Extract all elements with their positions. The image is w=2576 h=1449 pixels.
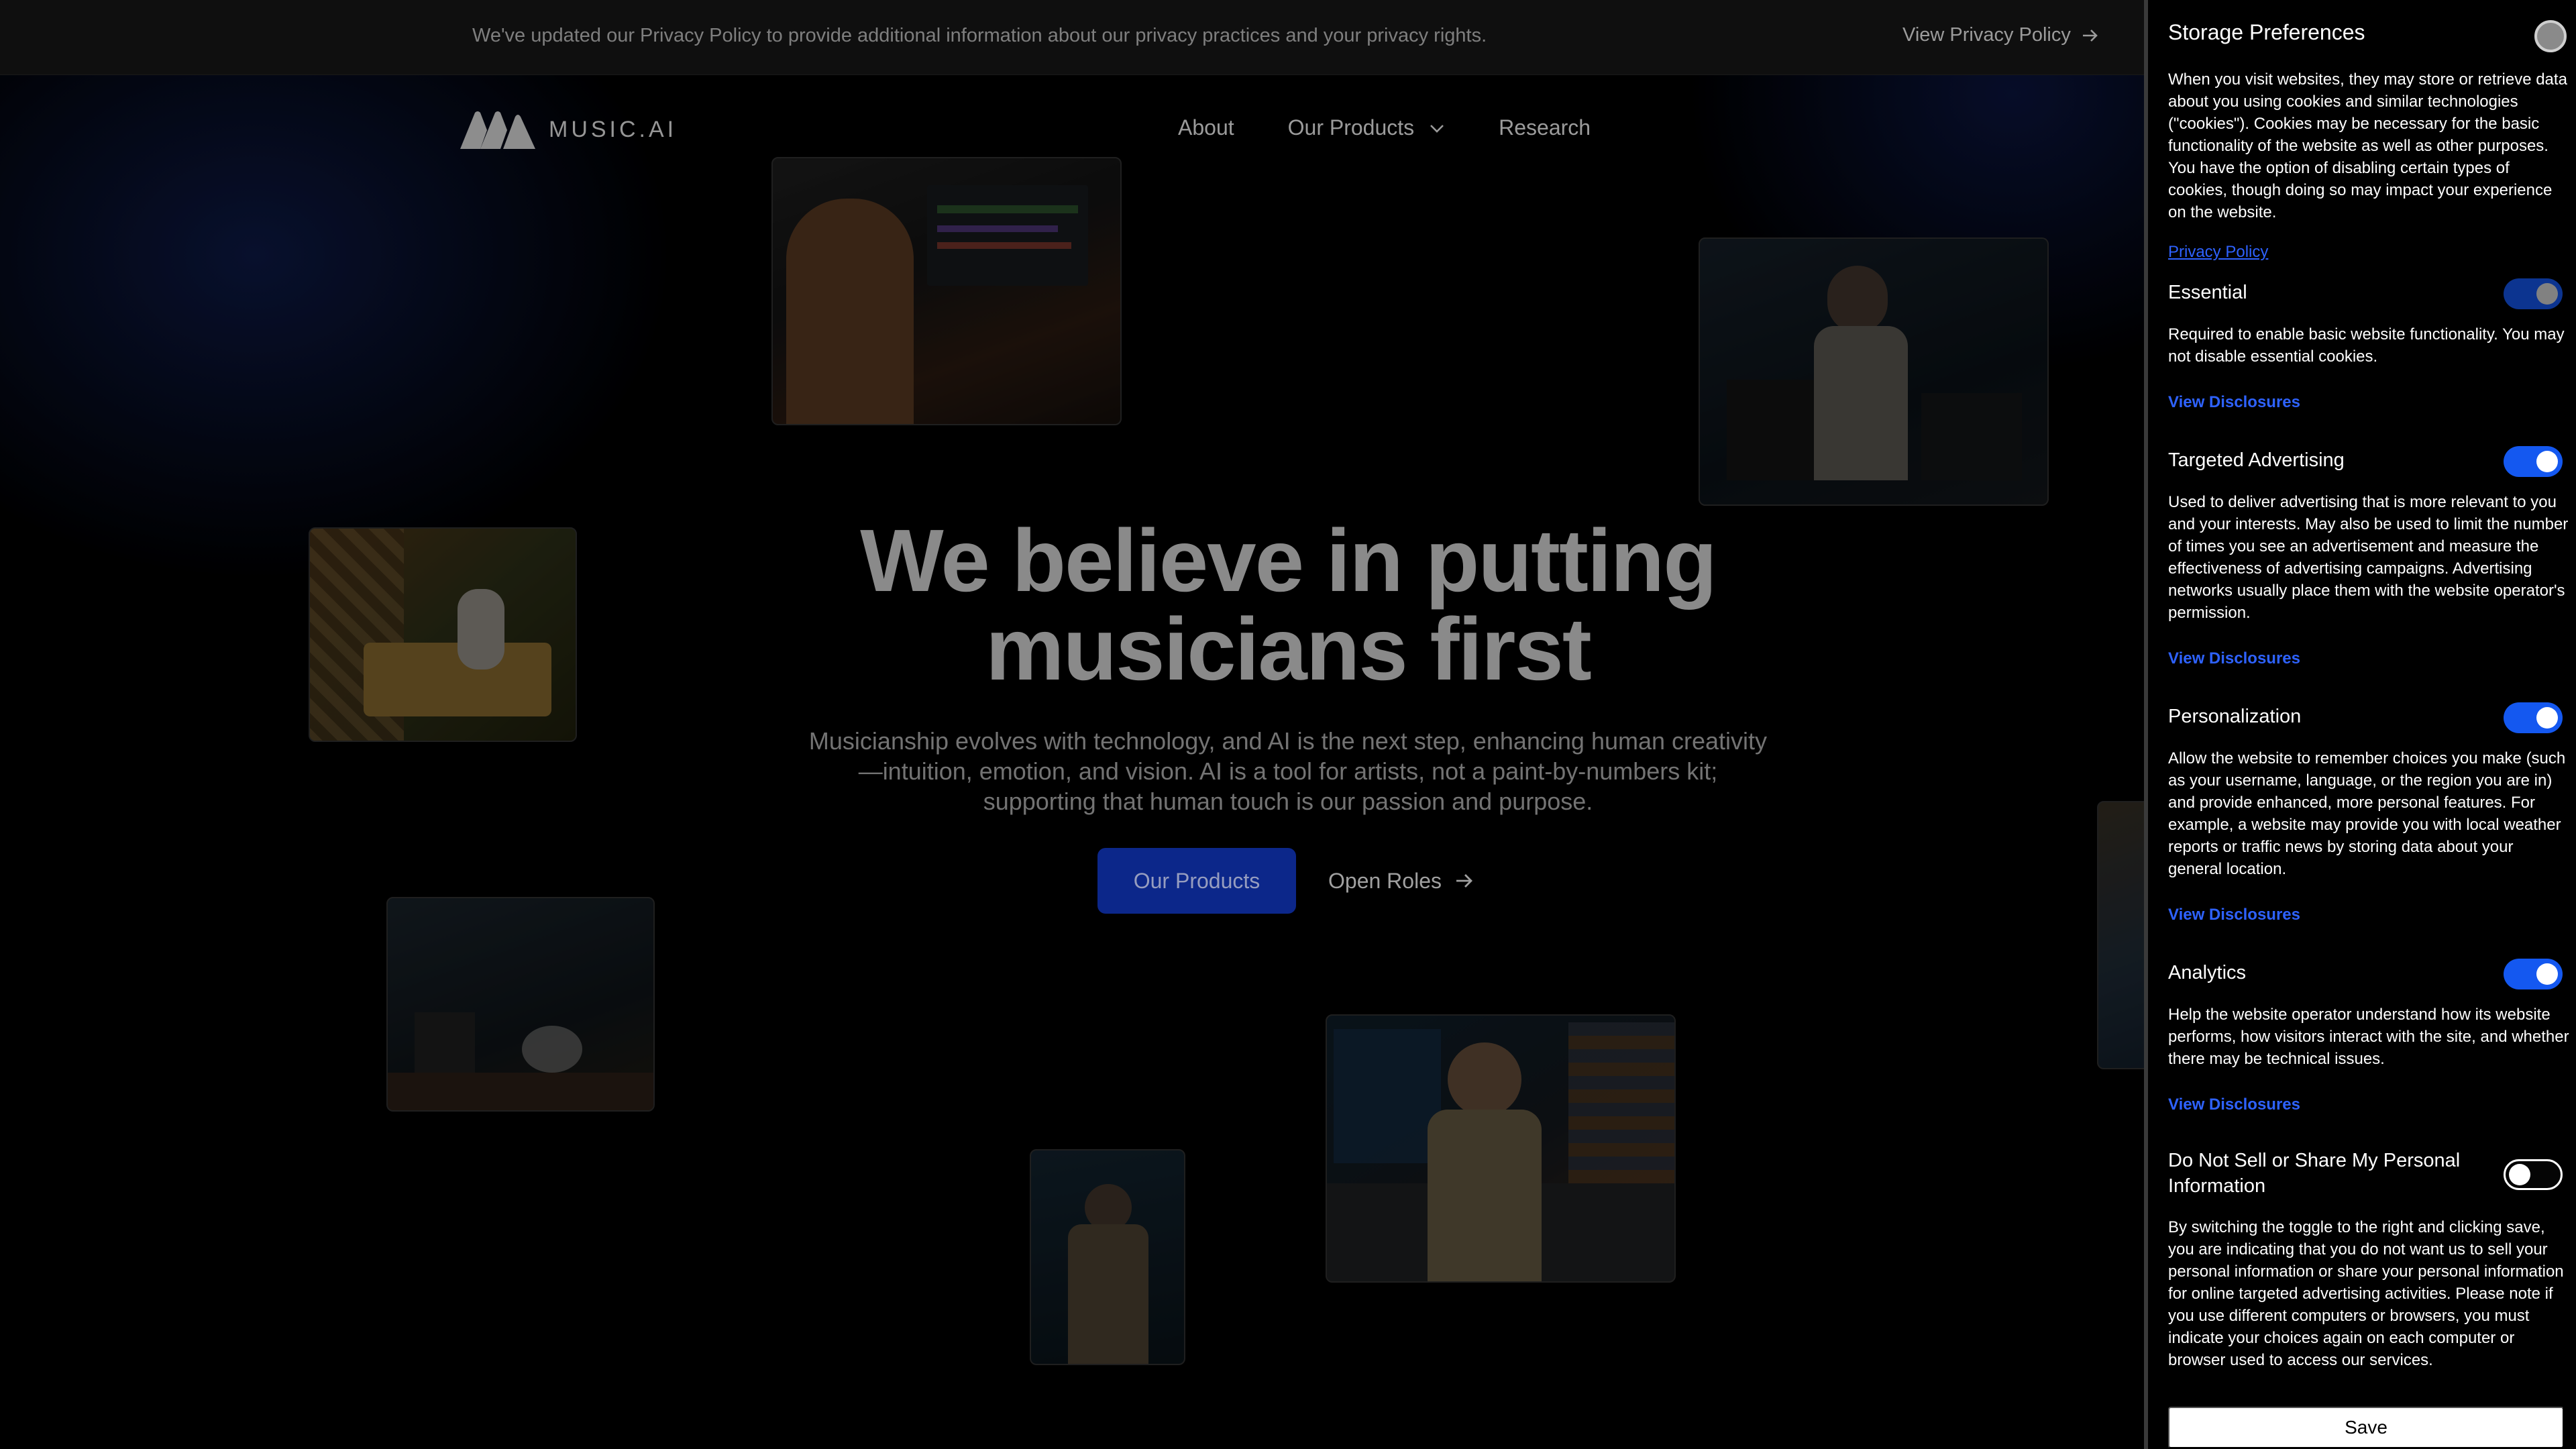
preferences-intro: When you visit websites, they may store … [2168, 70, 2567, 221]
panel-title: Storage Preferences [2168, 20, 2365, 44]
do-not-sell-label: Do Not Sell or Share My Personal Informa… [2168, 1150, 2461, 1197]
analytics-label: Analytics [2168, 962, 2247, 983]
hero-subtitle: Musicianship evolves with technology, an… [808, 727, 1768, 815]
producer-with-sampler-photo [1326, 1014, 1676, 1283]
do-not-sell-description: By switching the toggle to the right and… [2168, 1218, 2564, 1369]
personalization-description: Allow the website to remember choices yo… [2168, 749, 2566, 878]
essential-view-disclosures-link[interactable]: View Disclosures [2168, 393, 2300, 412]
targeted-advertising-description: Used to deliver advertising that is more… [2168, 493, 2569, 622]
main-nav: About Our Products Research [1178, 115, 1591, 140]
arrow-right-icon [1456, 874, 1472, 888]
close-panel-button[interactable] [2534, 20, 2567, 52]
toggle-knob [2536, 451, 2558, 472]
view-privacy-policy-link[interactable]: View Privacy Policy [1902, 24, 2099, 46]
nav-item-our-products[interactable]: Our Products [1288, 115, 1446, 140]
chevron-down-icon [1430, 124, 1444, 133]
targeted-advertising-label: Targeted Advertising [2168, 449, 2345, 471]
targeted-advertising-toggle[interactable] [2504, 446, 2563, 477]
guitarist-portrait-photo [1030, 1149, 1185, 1365]
nav-label: Research [1499, 115, 1591, 140]
essential-toggle [2504, 278, 2563, 309]
guitarist-singer-photo [1699, 237, 2049, 506]
analytics-description: Help the website operator understand how… [2168, 1006, 2569, 1068]
open-roles-label: Open Roles [1328, 868, 1442, 893]
analytics-toggle[interactable] [2504, 959, 2563, 989]
arrow-right-icon [2082, 29, 2098, 42]
brand-name: MUSIC.AI [549, 116, 678, 142]
music-ai-logo[interactable]: MUSIC.AI [460, 110, 677, 149]
nav-label: Our Products [1287, 115, 1415, 140]
privacy-notice-bar: We've updated our Privacy Policy to prov… [0, 0, 2147, 75]
studio-producer-photo [771, 157, 1122, 425]
privacy-policy-link[interactable]: Privacy Policy [2168, 243, 2268, 262]
partial-keyboard-photo [2097, 801, 2151, 1069]
singer-living-room-photo [309, 527, 577, 742]
personalization-label: Personalization [2168, 706, 2302, 727]
essential-description: Required to enable basic website functio… [2168, 325, 2565, 366]
analytics-view-disclosures-link[interactable]: View Disclosures [2168, 1095, 2300, 1114]
toggle-knob [2536, 707, 2558, 729]
view-privacy-policy-label: View Privacy Policy [1902, 24, 2071, 46]
personalization-view-disclosures-link[interactable]: View Disclosures [2168, 906, 2300, 924]
targeted-advertising-view-disclosures-link[interactable]: View Disclosures [2168, 649, 2300, 668]
open-roles-button[interactable]: Open Roles [1328, 848, 1474, 914]
logo-mark-icon [460, 111, 535, 149]
nav-label: About [1178, 115, 1234, 140]
hero-title-line1: We believe in putting [860, 511, 1717, 610]
save-button[interactable]: Save [2168, 1407, 2564, 1448]
toggle-knob [2536, 283, 2558, 305]
our-products-button[interactable]: Our Products [1097, 848, 1296, 914]
hero-title: We believe in putting musicians first [765, 517, 1811, 694]
storage-preferences-panel: Storage Preferences When you visit websi… [2144, 0, 2576, 1449]
nav-item-about[interactable]: About [1178, 115, 1234, 140]
essential-label: Essential [2168, 282, 2247, 303]
do-not-sell-toggle[interactable] [2504, 1159, 2563, 1190]
toggle-knob [2536, 963, 2558, 985]
hero-title-line2: musicians first [985, 600, 1592, 698]
personalization-toggle[interactable] [2504, 702, 2563, 733]
nav-item-research[interactable]: Research [1499, 115, 1591, 140]
toggle-knob [2509, 1164, 2530, 1185]
band-rehearsal-photo [386, 897, 655, 1112]
privacy-notice-text: We've updated our Privacy Policy to prov… [472, 25, 1487, 46]
